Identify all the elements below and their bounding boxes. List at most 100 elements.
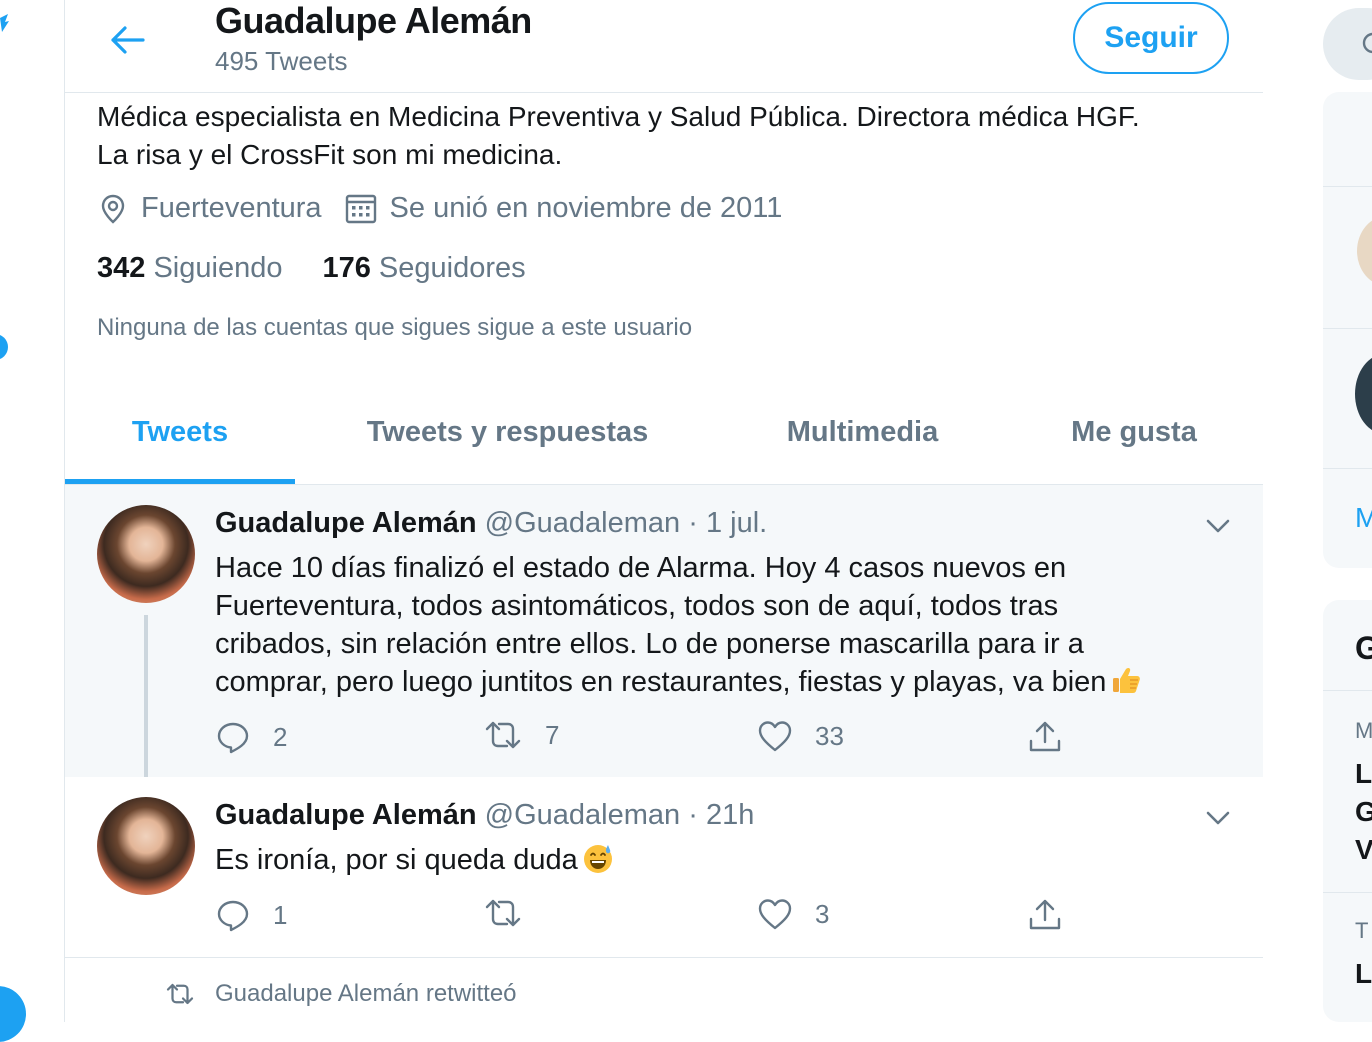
reply-count: 1 — [273, 899, 288, 930]
tweet-handle[interactable]: @Guadaleman — [485, 799, 681, 831]
tweet-header: Guadalupe Alemán @Guadaleman · 1 jul. — [215, 507, 767, 540]
reply-button[interactable]: 2 — [215, 719, 287, 755]
reply-count: 2 — [273, 721, 288, 752]
avatar[interactable] — [97, 797, 195, 895]
following-label: Siguiendo — [153, 252, 283, 284]
location-text: Fuerteventura — [141, 192, 322, 224]
tweet-text-fragment: comprar, pero luego juntitos en restaura… — [215, 666, 1107, 698]
tweet-header: Guadalupe Alemán @Guadaleman · 21h — [215, 799, 754, 832]
profile-meta: Fuerteventura Se unió en noviembre de 20… — [97, 192, 804, 225]
trend-category: T — [1355, 918, 1369, 943]
tweet-text-line: Hace 10 días finalizó el estado de Alarm… — [215, 552, 1067, 584]
compose-tweet-button[interactable] — [0, 986, 26, 1042]
retweet-button[interactable]: 7 — [483, 719, 559, 751]
chevron-down-icon[interactable] — [1203, 803, 1233, 833]
like-button[interactable]: 33 — [757, 719, 844, 753]
avatar[interactable] — [97, 505, 195, 603]
mutuals-note: Ninguna de las cuentas que sigues sigue … — [97, 314, 693, 341]
show-more-link[interactable]: M — [1355, 502, 1372, 534]
joined-text: Se unió en noviembre de 2011 — [389, 192, 783, 224]
tweet-author-name[interactable]: Guadalupe Alemán — [215, 507, 477, 539]
tweet-count: 495 Tweets — [215, 46, 348, 76]
tweet-text: Hace 10 días finalizó el estado de Alarm… — [215, 549, 1225, 701]
retweet-button[interactable] — [483, 897, 545, 929]
tweet-text-line: cribados, sin relación entre ellos. Lo d… — [215, 628, 1084, 660]
share-icon — [1029, 721, 1061, 752]
tweet[interactable]: Guadalupe Alemán @Guadaleman · 1 jul. Ha… — [65, 485, 1263, 777]
heart-icon — [758, 721, 792, 752]
like-count: 3 — [815, 898, 830, 929]
location-pin-icon — [101, 194, 125, 224]
tweet-handle[interactable]: @Guadaleman — [485, 507, 681, 539]
arrow-left-icon — [111, 26, 145, 54]
reply-icon — [217, 722, 249, 754]
like-button[interactable]: 3 — [757, 897, 829, 931]
divider — [1323, 328, 1372, 329]
search-input[interactable] — [1323, 8, 1372, 80]
tweet-text-line: Es ironía, por si queda duda — [215, 844, 578, 876]
tab-media[interactable]: Multimedia — [720, 380, 1005, 484]
retweet-context: Guadalupe Alemán retwitteó — [165, 980, 517, 1008]
notification-dot-icon — [0, 334, 8, 360]
tweet-separator: · — [688, 507, 698, 539]
divider — [1323, 186, 1372, 187]
tab-tweets[interactable]: Tweets — [65, 380, 295, 484]
search-icon — [1362, 32, 1372, 54]
retweet-icon — [166, 983, 194, 1005]
profile-bio: Médica especialista en Medicina Preventi… — [97, 98, 1247, 174]
tweet-time[interactable]: 21h — [706, 799, 754, 831]
follow-stats: 342 Siguiendo 176 Seguidores — [97, 252, 566, 285]
trend-name[interactable]: L — [1355, 758, 1372, 790]
followers-link[interactable]: 176 Seguidores — [322, 252, 525, 285]
tweet-text-line: Fuerteventura, todos asintomáticos, todo… — [215, 590, 1059, 622]
twitter-bird-icon[interactable] — [0, 12, 10, 36]
who-to-follow-panel: M — [1323, 92, 1372, 568]
divider — [1323, 690, 1372, 691]
avatar[interactable] — [1355, 354, 1372, 434]
retweet-context-text[interactable]: Guadalupe Alemán retwitteó — [215, 980, 517, 1008]
profile-header: Guadalupe Alemán 495 Tweets Seguir — [65, 0, 1263, 93]
divider — [1323, 468, 1372, 469]
reply-icon — [217, 900, 249, 932]
share-button[interactable] — [1027, 897, 1085, 933]
like-count: 33 — [815, 720, 844, 751]
follow-button[interactable]: Seguir — [1073, 2, 1229, 74]
tab-tweets-and-replies[interactable]: Tweets y respuestas — [295, 380, 720, 484]
avatar[interactable] — [1357, 216, 1372, 286]
joined-item: Se unió en noviembre de 2011 — [344, 192, 783, 225]
divider — [1323, 892, 1372, 893]
trend-name[interactable]: L — [1355, 958, 1372, 990]
trends-title: G — [1355, 630, 1372, 666]
heart-icon — [758, 899, 792, 930]
profile-tabs: Tweets Tweets y respuestas Multimedia Me… — [65, 380, 1263, 485]
bio-line: La risa y el CrossFit son mi medicina. — [97, 139, 563, 170]
page-title: Guadalupe Alemán — [215, 0, 532, 41]
followers-count: 176 — [322, 252, 371, 284]
active-tab-indicator — [65, 479, 295, 484]
tweet-separator: · — [688, 799, 698, 831]
retweet-count: 7 — [545, 719, 560, 750]
profile-main-column: Guadalupe Alemán 495 Tweets Seguir Médic… — [64, 0, 1264, 1022]
tweet-author-name[interactable]: Guadalupe Alemán — [215, 799, 477, 831]
chevron-down-icon[interactable] — [1203, 511, 1233, 541]
grinning-sweat-emoji — [583, 845, 612, 873]
tweet-text-line: comprar, pero luego juntitos en restaura… — [215, 663, 1225, 701]
retweet-icon — [485, 899, 521, 927]
tweet-actions: 1 3 — [215, 897, 1115, 937]
reply-button[interactable]: 1 — [215, 897, 287, 933]
tab-likes[interactable]: Me gusta — [1005, 380, 1263, 484]
left-nav-rail — [0, 0, 64, 1042]
trends-panel: G M L G V T L — [1323, 600, 1372, 1022]
tweet-time[interactable]: 1 jul. — [706, 507, 767, 539]
share-button[interactable] — [1027, 719, 1085, 755]
thread-connector — [144, 615, 148, 787]
back-button[interactable] — [107, 22, 147, 58]
following-link[interactable]: 342 Siguiendo — [97, 252, 282, 285]
bio-line: Médica especialista en Medicina Preventi… — [97, 101, 1140, 132]
trend-name[interactable]: V — [1355, 834, 1372, 866]
trend-name[interactable]: G — [1355, 796, 1372, 828]
tweet[interactable]: Guadalupe Alemán @Guadaleman · 21h Es ir… — [65, 777, 1263, 958]
tweet-actions: 2 7 33 — [215, 719, 1115, 759]
trend-category: M — [1355, 718, 1372, 743]
share-icon — [1029, 899, 1061, 930]
